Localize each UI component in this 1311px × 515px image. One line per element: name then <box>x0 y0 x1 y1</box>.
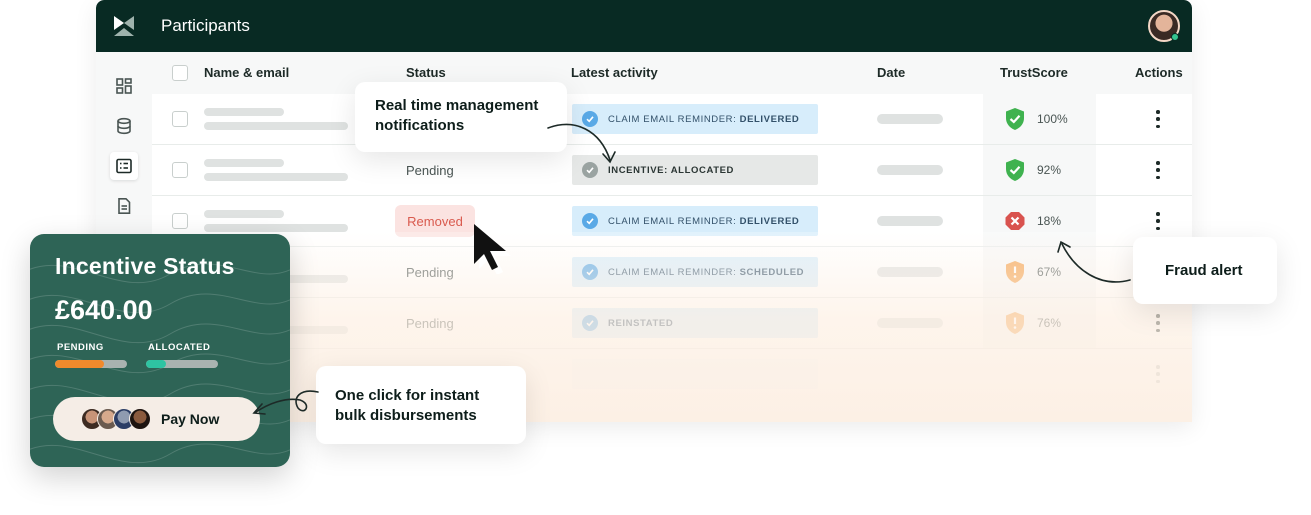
name-placeholder <box>204 108 284 116</box>
table-row[interactable]: Pending REINSTATED 76% <box>152 298 1192 349</box>
bulk-disbursements-callout: One click for instant bulk disbursements <box>316 366 526 444</box>
brand-logo-icon[interactable] <box>112 14 136 38</box>
date-placeholder <box>877 267 943 277</box>
row-actions-menu-icon[interactable] <box>1156 314 1160 332</box>
activity-badge: INCENTIVE: ALLOCATED <box>572 155 818 185</box>
pending-progress-fill <box>55 360 104 368</box>
pay-now-button[interactable]: Pay Now <box>53 397 260 441</box>
check-circle-icon <box>582 315 598 331</box>
column-header-actions: Actions <box>1135 65 1183 80</box>
row-actions-menu-icon[interactable] <box>1156 212 1160 230</box>
status-label: Pending <box>406 265 454 280</box>
name-placeholder <box>204 159 284 167</box>
shield-warning-icon <box>1006 261 1024 283</box>
activity-text: CLAIM EMAIL REMINDER: DELIVERED <box>608 215 800 227</box>
trustscore-value: 92% <box>1037 163 1062 177</box>
date-placeholder <box>877 318 943 328</box>
realtime-notifications-callout: Real time management notifications <box>355 82 567 152</box>
email-placeholder <box>204 122 348 130</box>
column-header-name[interactable]: Name & email <box>204 65 289 80</box>
date-placeholder <box>877 216 943 226</box>
trustscore-cell: 67% <box>983 247 1096 297</box>
trustscore-value: 76% <box>1037 316 1062 330</box>
check-circle-icon <box>582 111 598 127</box>
status-badge-removed: Removed <box>395 205 475 237</box>
incentive-amount: £640.00 <box>55 295 153 325</box>
recipient-avatars <box>81 408 151 430</box>
alert-x-icon <box>1005 212 1025 230</box>
row-actions-menu-icon[interactable] <box>1156 110 1160 128</box>
incentive-status-card: Incentive Status £640.00 PENDING ALLOCAT… <box>30 234 290 467</box>
activity-badge: CLAIM EMAIL REMINDER: DELIVERED <box>572 104 818 134</box>
pay-now-label: Pay Now <box>161 411 220 427</box>
shield-check-icon <box>1006 159 1024 181</box>
column-header-status[interactable]: Status <box>406 65 446 80</box>
trustscore-cell: 18% <box>983 196 1096 246</box>
activity-badge: CLAIM EMAIL REMINDER: SCHEDULED <box>572 257 818 287</box>
row-checkbox[interactable] <box>172 213 188 229</box>
activity-badge: CLAIM EMAIL REMINDER: DELIVERED <box>572 206 818 236</box>
table-row[interactable]: CLAIM EMAIL REMINDER: DELIVERED 100% <box>152 94 1192 145</box>
avatar-icon <box>129 408 151 430</box>
trustscore-value: 67% <box>1037 265 1062 279</box>
allocated-progress-bar <box>146 360 218 368</box>
table-row[interactable] <box>152 349 1192 400</box>
allocated-progress-fill <box>146 360 167 368</box>
mouse-pointer-icon <box>474 224 511 274</box>
table-row[interactable]: Pending INCENTIVE: ALLOCATED 92% <box>152 145 1192 196</box>
row-checkbox[interactable] <box>172 111 188 127</box>
check-circle-icon <box>582 162 598 178</box>
table-row[interactable]: Removed CLAIM EMAIL REMINDER: DELIVERED … <box>152 196 1192 247</box>
shield-warning-icon <box>1006 312 1024 334</box>
shield-check-icon <box>1006 108 1024 130</box>
name-placeholder <box>204 210 284 218</box>
column-header-trustscore[interactable]: TrustScore <box>1000 65 1068 80</box>
table-header: Name & email Status Latest activity Date… <box>152 52 1192 94</box>
list-check-icon[interactable] <box>110 152 138 180</box>
row-actions-menu-icon[interactable] <box>1156 365 1160 383</box>
activity-text: REINSTATED <box>608 317 674 329</box>
activity-text: CLAIM EMAIL REMINDER: DELIVERED <box>608 113 800 125</box>
trustscore-value: 18% <box>1037 214 1062 228</box>
trustscore-cell: 76% <box>983 298 1096 348</box>
trustscore-cell: 92% <box>983 145 1096 195</box>
date-placeholder <box>877 114 943 124</box>
row-actions-menu-icon[interactable] <box>1156 161 1160 179</box>
activity-text: INCENTIVE: ALLOCATED <box>608 164 734 176</box>
check-circle-icon <box>582 213 598 229</box>
select-all-checkbox[interactable] <box>172 65 188 81</box>
column-header-date[interactable]: Date <box>877 65 905 80</box>
email-placeholder <box>204 224 348 232</box>
trustscore-cell: 100% <box>983 94 1096 144</box>
column-header-activity[interactable]: Latest activity <box>571 65 658 80</box>
page-title: Participants <box>161 16 250 35</box>
fraud-alert-callout: Fraud alert <box>1133 237 1277 304</box>
allocated-label: ALLOCATED <box>148 342 211 353</box>
activity-badge: REINSTATED <box>572 308 818 338</box>
top-bar: Participants <box>96 0 1192 52</box>
pending-label: PENDING <box>57 342 104 353</box>
activity-badge <box>572 359 818 389</box>
incentive-status-title: Incentive Status <box>55 253 235 279</box>
online-status-dot <box>1171 33 1179 41</box>
check-circle-icon <box>582 264 598 280</box>
row-checkbox[interactable] <box>172 162 188 178</box>
trustscore-value: 100% <box>1037 112 1068 126</box>
email-placeholder <box>204 173 348 181</box>
dashboard-grid-icon[interactable] <box>110 72 138 100</box>
document-icon[interactable] <box>110 192 138 220</box>
activity-text: CLAIM EMAIL REMINDER: SCHEDULED <box>608 266 805 278</box>
status-label: Pending <box>406 163 454 178</box>
pending-progress-bar <box>55 360 127 368</box>
date-placeholder <box>877 165 943 175</box>
table-row[interactable]: Pending CLAIM EMAIL REMINDER: SCHEDULED … <box>152 247 1192 298</box>
status-label: Pending <box>406 316 454 331</box>
database-icon[interactable] <box>110 112 138 140</box>
